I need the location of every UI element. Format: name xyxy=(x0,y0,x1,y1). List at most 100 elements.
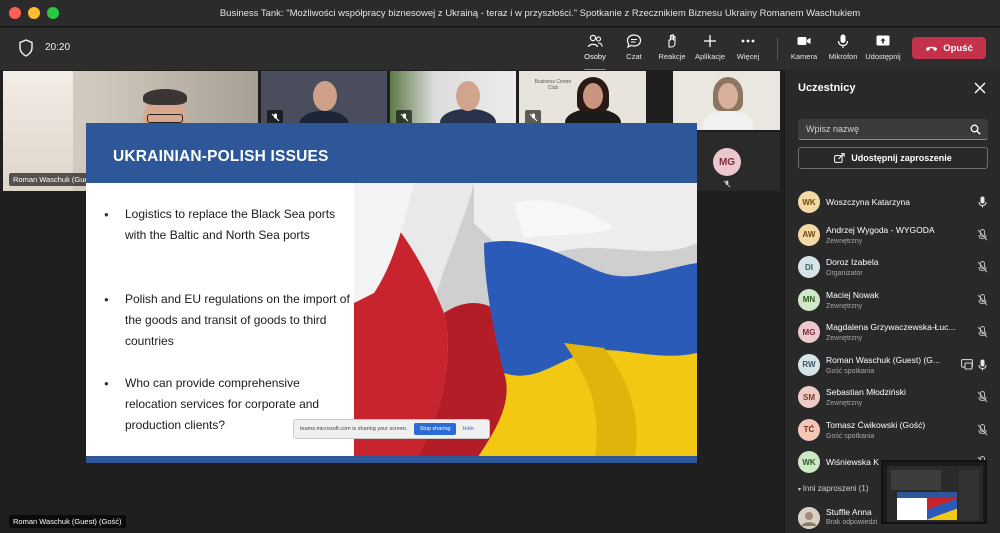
participant-face xyxy=(583,83,603,109)
title-bar: Business Tank: "Możliwości współpracy bi… xyxy=(0,0,1000,27)
participant-role: Gość spotkania xyxy=(826,432,875,440)
more-dots-icon xyxy=(741,39,755,43)
screen-share-icon xyxy=(961,358,973,369)
mic-off-icon xyxy=(723,180,731,188)
share-notice-text: teams.microsoft.com is sharing your scre… xyxy=(300,426,408,432)
participant-row[interactable]: MG Magdalena Grzywaczewska-Łuc... Zewnętrz… xyxy=(785,316,1000,349)
participant-name: Roman Waschuk (Guest) (G... xyxy=(826,354,940,365)
video-tile-3[interactable] xyxy=(390,71,516,130)
chat-icon xyxy=(626,34,642,49)
people-label: Osoby xyxy=(584,52,606,61)
video-tile-5[interactable] xyxy=(673,71,780,130)
slide-bullet-2: Polish and EU regulations on the import … xyxy=(104,289,352,352)
microphone-button[interactable]: Mikrofon xyxy=(824,33,862,67)
participant-row[interactable]: SM Sebastian Młodziński Zewnętrzny xyxy=(785,381,1000,414)
participant-name: Woszczyna Katarzyna xyxy=(826,197,910,207)
maximize-window-button[interactable] xyxy=(47,7,59,19)
meeting-toolbar: 20:20 Osoby Czat Reakcje Aplikacje Więce… xyxy=(0,28,1000,71)
shared-screen-preview-thumbnail[interactable] xyxy=(881,460,987,524)
mic-off-icon xyxy=(977,293,988,305)
preview-content xyxy=(887,466,983,522)
camera-button[interactable]: Kamera xyxy=(785,33,823,67)
participant-name: Magdalena Grzywaczewska-Łuc... xyxy=(826,322,956,332)
reactions-label: Reakcje xyxy=(658,52,686,61)
share-invite-button[interactable]: Udostępnij zaproszenie xyxy=(798,147,988,169)
participant-role: Brak odpowiedzi xyxy=(826,519,878,526)
camera-label: Kamera xyxy=(790,52,818,61)
mic-off-icon xyxy=(529,113,537,122)
share-link-icon xyxy=(834,153,845,163)
mic-off-icon xyxy=(977,261,988,273)
slide-header: UKRAINIAN-POLISH ISSUES xyxy=(86,123,697,183)
stop-sharing-button[interactable]: Stop sharing xyxy=(413,423,457,435)
shield-icon xyxy=(19,39,33,57)
toolbar-divider xyxy=(777,38,778,60)
apps-label: Aplikacje xyxy=(694,52,725,61)
leave-button[interactable]: Opuść xyxy=(912,37,986,59)
reactions-button[interactable]: Reakcje xyxy=(653,33,691,67)
close-window-button[interactable] xyxy=(9,7,21,19)
avatar: WK xyxy=(798,191,820,213)
preview-tiles xyxy=(891,470,941,490)
speaker-hair xyxy=(143,89,187,105)
more-button[interactable]: Więcej xyxy=(729,33,767,67)
participant-row[interactable]: AW Andrzej Wygoda - WYGODA Zewnętrzny xyxy=(785,219,1000,252)
participants-list: WK Woszczyna Katarzyna AW Andrzej Wygoda - … xyxy=(785,186,1000,479)
mic-off-icon xyxy=(977,326,988,338)
participant-role: Organizator xyxy=(826,270,863,277)
close-icon[interactable] xyxy=(974,82,986,94)
participant-row[interactable]: DI Doroz Izabela Organizator xyxy=(785,251,1000,284)
microphone-icon xyxy=(837,34,849,48)
participant-row[interactable]: WK Woszczyna Katarzyna xyxy=(785,186,1000,219)
shared-presentation: UKRAINIAN-POLISH ISSUES Logistics to rep… xyxy=(86,123,697,463)
search-input[interactable] xyxy=(798,119,968,139)
participant-name: Doroz Izabela xyxy=(826,257,879,267)
microphone-label: Mikrofon xyxy=(828,52,858,61)
user-photo-icon xyxy=(798,507,820,529)
screen-share-notice: teams.microsoft.com is sharing your scre… xyxy=(293,419,490,439)
avatar: TĆ xyxy=(798,418,820,441)
video-tile-4[interactable]: Business Centre Club xyxy=(519,71,646,130)
camera-icon xyxy=(797,37,811,45)
video-tile-2[interactable] xyxy=(261,71,387,130)
share-button[interactable]: Udostępnij xyxy=(864,33,902,67)
participant-role: Gość spotkania xyxy=(826,367,875,375)
minimize-window-button[interactable] xyxy=(28,7,40,19)
participant-name: Sebastian Młodziński xyxy=(826,387,906,397)
participant-row[interactable]: MN Maciej Nowak Zewnętrzny xyxy=(785,284,1000,317)
mic-off-icon xyxy=(977,228,988,240)
participant-row[interactable]: RW Roman Waschuk (Guest) (G... Gość spotka… xyxy=(785,349,1000,382)
invited-section-header[interactable]: ▾ Inni zaproszeni (1) xyxy=(798,484,869,493)
chat-button[interactable]: Czat xyxy=(615,33,653,67)
mic-off-icon xyxy=(977,391,988,403)
window-title: Business Tank: "Możliwości współpracy bi… xyxy=(219,8,861,19)
banner-logo-text: Business Centre Club xyxy=(534,79,572,91)
reactions-icon xyxy=(668,34,676,48)
mic-off-icon xyxy=(977,423,988,435)
people-icon xyxy=(587,34,603,48)
share-screen-icon xyxy=(876,35,890,46)
microphone-icon xyxy=(978,196,987,208)
apps-button[interactable]: Aplikacje xyxy=(691,33,729,67)
panel-title: Uczestnicy xyxy=(798,82,856,94)
avatar xyxy=(798,507,820,529)
participant-row[interactable]: TĆ Tomasz Ćwikowski (Gość) Gość spotkania xyxy=(785,414,1000,447)
leave-label: Opuść xyxy=(943,42,973,54)
participant-role: Zewnętrzny xyxy=(826,237,863,245)
slide-footer-bar xyxy=(86,456,697,463)
avatar: AW xyxy=(798,223,820,246)
people-button[interactable]: Osoby xyxy=(576,33,614,71)
plus-icon xyxy=(704,35,716,47)
participant-head xyxy=(718,83,738,109)
speaker-glasses xyxy=(147,114,183,123)
teams-meeting-window: Business Tank: "Możliwości współpracy bi… xyxy=(0,0,1000,533)
participant-role: Zewnętrzny xyxy=(826,335,863,342)
participant-body xyxy=(703,111,753,130)
search-icon[interactable] xyxy=(970,124,981,135)
hide-notice-button[interactable]: Hide xyxy=(462,426,473,432)
avatar: DI xyxy=(798,256,820,278)
preview-flags xyxy=(927,498,957,520)
more-label: Więcej xyxy=(736,52,760,61)
avatar: WK xyxy=(798,451,820,473)
avatar: SM xyxy=(798,386,820,408)
